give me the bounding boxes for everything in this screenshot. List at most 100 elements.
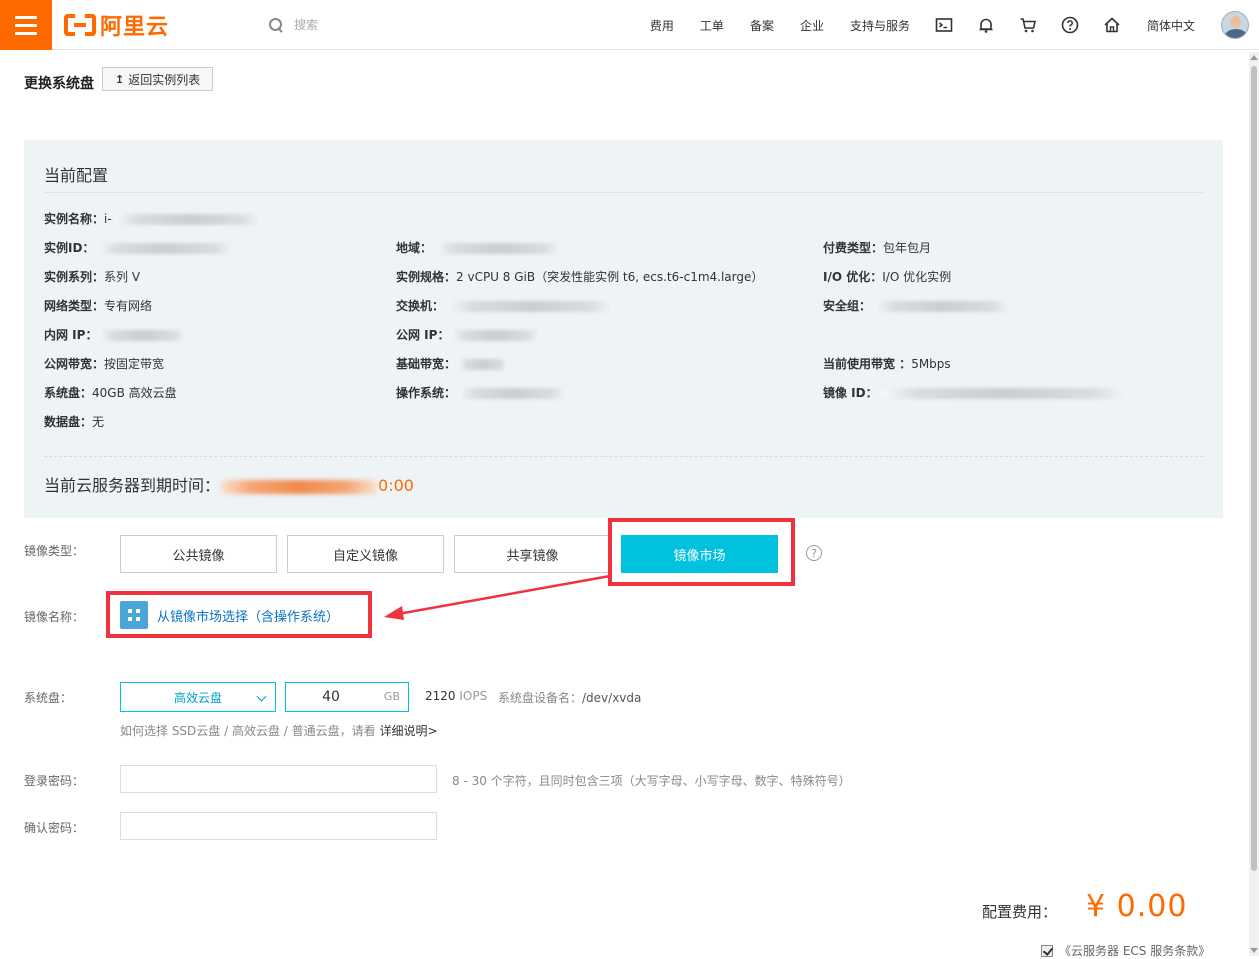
device-name-info: 系统盘设备名：/dev/xvda: [498, 689, 641, 706]
help-circle-icon[interactable]: [1061, 16, 1079, 34]
hamburger-menu-button[interactable]: [0, 0, 52, 50]
current-bandwidth-label: 当前使用带宽 ：: [823, 357, 912, 371]
disk-hint-text: 如何选择 SSD云盘 / 高效云盘 / 普通云盘，请看: [120, 724, 376, 738]
io-opt-label: I/O 优化：: [823, 270, 883, 284]
menu-line: [15, 15, 37, 19]
security-group-label: 安全组：: [823, 299, 872, 313]
tab-shared-image[interactable]: 共享镜像: [454, 535, 611, 573]
system-disk-value: 40GB 高效云盘: [92, 386, 177, 400]
region-row: 地域：: [396, 239, 565, 256]
public-ip-label: 公网 IP：: [396, 328, 450, 342]
data-disk-row: 数据盘：无: [44, 413, 104, 430]
redacted-value: [451, 330, 542, 341]
disk-size-input[interactable]: [286, 683, 376, 711]
terms-checkbox[interactable]: [1041, 944, 1053, 957]
terminal-icon[interactable]: [935, 16, 953, 34]
bell-icon[interactable]: [977, 16, 995, 34]
scroll-down-icon[interactable]: [1250, 948, 1258, 953]
terms-agreement: 《云服务器 ECS 服务条款》: [1041, 942, 1210, 959]
bandwidth-type-label: 公网带宽：: [44, 357, 105, 371]
image-id-label: 镜像 ID：: [823, 386, 878, 400]
expire-label: 当前云服务器到期时间：: [44, 476, 221, 495]
scrollbar-thumb[interactable]: [1251, 66, 1257, 871]
details-link[interactable]: 详细说明>: [379, 724, 437, 738]
user-avatar[interactable]: [1221, 11, 1249, 39]
system-disk-row: 系统盘：40GB 高效云盘: [44, 384, 177, 401]
redacted-value: [96, 243, 237, 254]
image-name-label: 镜像名称：: [24, 610, 85, 624]
disk-size-field[interactable]: GB: [285, 682, 409, 712]
cart-icon[interactable]: [1019, 16, 1037, 34]
family-value: 系列 V: [104, 270, 141, 284]
nav-tickets[interactable]: 工单: [700, 17, 724, 34]
iops-unit: IOPS: [459, 689, 488, 703]
annotation-arrow: [384, 574, 611, 620]
password-label: 登录密码：: [24, 774, 85, 788]
image-type-label: 镜像类型：: [24, 544, 85, 558]
private-ip-row: 内网 IP：: [44, 326, 188, 343]
network-type-row: 网络类型：专有网络: [44, 297, 152, 314]
redacted-value: [446, 301, 617, 312]
logo-text: 阿里云: [100, 15, 170, 40]
image-id-row: 镜像 ID：: [823, 384, 1130, 401]
fee-value: ¥ 0.00: [1086, 889, 1188, 924]
system-disk-label: 系统盘：: [44, 386, 93, 400]
menu-line: [15, 23, 37, 27]
tab-custom-image[interactable]: 自定义镜像: [287, 535, 444, 573]
instance-family-row: 实例系列：系列 V: [44, 268, 140, 285]
confirm-password-input[interactable]: [120, 812, 437, 840]
select-from-market-link[interactable]: 从镜像市场选择（含操作系统）: [120, 600, 339, 630]
region-label: 地域：: [396, 241, 433, 255]
redacted-value: [113, 214, 264, 225]
tab-image-market[interactable]: 镜像市场: [621, 535, 778, 573]
search-icon[interactable]: [268, 17, 284, 33]
top-navigation-bar: 阿里云 费用 工单 备案 企业 支持与服务 简体中文: [0, 0, 1259, 50]
aliyun-logo[interactable]: 阿里云: [64, 11, 170, 40]
spec-label: 实例规格：: [396, 270, 457, 284]
tab-public-image[interactable]: 公共镜像: [120, 535, 277, 573]
public-ip-row: 公网 IP：: [396, 326, 542, 343]
menu-line: [15, 31, 37, 35]
question-icon[interactable]: ?: [806, 545, 822, 561]
search-input[interactable]: [292, 17, 492, 33]
expire-value: 0:00: [378, 476, 414, 495]
language-switcher[interactable]: 简体中文: [1147, 17, 1195, 34]
terms-link[interactable]: 《云服务器 ECS 服务条款》: [1059, 942, 1210, 959]
vswitch-row: 交换机：: [396, 297, 617, 314]
nav-enterprise[interactable]: 企业: [800, 17, 824, 34]
password-input[interactable]: [120, 765, 437, 793]
network-type-label: 网络类型：: [44, 299, 105, 313]
bandwidth-type-row: 公网带宽：按固定带宽: [44, 355, 164, 372]
device-label: 系统盘设备名：: [498, 691, 583, 705]
bandwidth-type-value: 按固定带宽: [104, 357, 165, 371]
nav-icp-filing[interactable]: 备案: [750, 17, 774, 34]
io-opt-value: I/O 优化实例: [882, 270, 952, 284]
redacted-value: [99, 330, 188, 341]
home-icon[interactable]: [1103, 16, 1121, 34]
confirm-password-label: 确认密码：: [24, 821, 85, 835]
instance-spec-row: 实例规格：2 vCPU 8 GiB（突发性能实例 t6, ecs.t6-c1m4…: [396, 268, 763, 285]
data-disk-label: 数据盘：: [44, 415, 93, 429]
page-scrollbar[interactable]: [1249, 52, 1259, 956]
back-button-label: 返回实例列表: [128, 72, 201, 87]
disk-size-unit: GB: [383, 690, 400, 703]
nav-support[interactable]: 支持与服务: [850, 17, 910, 34]
market-link-text: 从镜像市场选择（含操作系统）: [157, 609, 340, 625]
disk-type-select[interactable]: 高效云盘: [120, 682, 276, 712]
redacted-date: [220, 479, 379, 494]
scroll-up-icon[interactable]: [1250, 55, 1258, 60]
family-label: 实例系列：: [44, 270, 105, 284]
redacted-value: [879, 388, 1130, 399]
vswitch-label: 交换机：: [396, 299, 445, 313]
spec-value: 2 vCPU 8 GiB（突发性能实例 t6, ecs.t6-c1m4.larg…: [456, 270, 764, 284]
fee-label: 配置费用：: [982, 903, 1058, 921]
billing-label: 付费类型：: [823, 241, 884, 255]
nav-billing[interactable]: 费用: [650, 17, 674, 34]
billing-type-row: 付费类型：包年包月: [823, 239, 931, 256]
billing-value: 包年包月: [883, 241, 932, 255]
chevron-down-icon: [256, 691, 267, 702]
back-to-instances-button[interactable]: ↥ 返回实例列表: [102, 67, 214, 91]
device-value: /dev/xvda: [582, 691, 642, 705]
os-label: 操作系统：: [396, 386, 457, 400]
current-bandwidth-value: 5Mbps: [911, 357, 951, 371]
